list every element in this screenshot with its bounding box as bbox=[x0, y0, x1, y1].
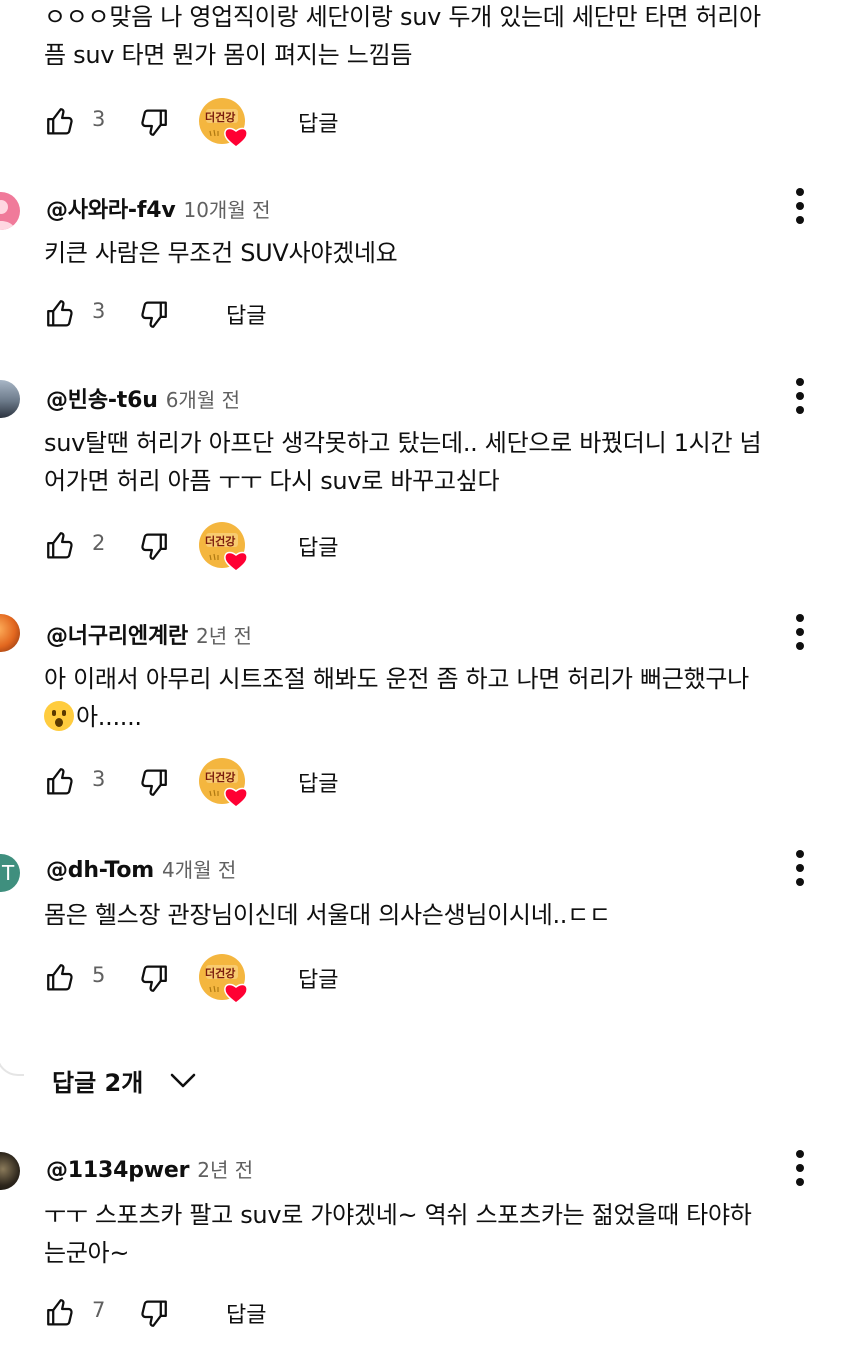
avatar[interactable]: T bbox=[0, 854, 20, 892]
creator-logo-text: 더건강 bbox=[205, 111, 236, 124]
timestamp[interactable]: 6개월 전 bbox=[166, 388, 240, 412]
author-name[interactable]: @너구리엔계란 bbox=[46, 624, 188, 649]
timestamp[interactable]: 10개월 전 bbox=[183, 198, 270, 222]
like-count: 5 bbox=[92, 963, 106, 987]
timestamp[interactable]: 2년 전 bbox=[197, 1158, 253, 1182]
chevron-down-icon bbox=[170, 1073, 196, 1088]
author-name[interactable]: @dh-Tom bbox=[46, 858, 154, 883]
reply-button[interactable]: 답글 bbox=[298, 530, 338, 562]
thumb-down-icon[interactable] bbox=[136, 529, 170, 563]
comment-actions: 3 답글 bbox=[44, 291, 824, 335]
comment-header: @사와라-f4v 10개월 전 bbox=[46, 192, 271, 224]
avatar[interactable] bbox=[0, 192, 20, 230]
comment-header: @너구리엔계란 2년 전 bbox=[46, 618, 252, 650]
comment-actions: 7 답글 bbox=[44, 1290, 824, 1334]
more-vert-icon[interactable] bbox=[786, 848, 814, 888]
thumb-up-icon[interactable] bbox=[44, 1296, 78, 1330]
timestamp[interactable]: 2년 전 bbox=[196, 624, 252, 648]
author-name[interactable]: @1134pwer bbox=[46, 1158, 189, 1183]
author-name[interactable]: @빈송-t6u bbox=[46, 388, 158, 413]
comment-actions: 3 더건강 답글 bbox=[44, 99, 824, 143]
timestamp[interactable]: 4개월 전 bbox=[162, 858, 236, 882]
comment-text: ㅇㅇㅇ맞음 나 영업직이랑 세단이랑 suv 두개 있는데 세단만 타면 허리아… bbox=[44, 3, 761, 69]
replies-count-label: 답글 2개 bbox=[52, 1068, 144, 1097]
creator-logo-text: 더건강 bbox=[205, 771, 236, 784]
like-count: 3 bbox=[92, 299, 106, 323]
creator-heart-icon: 더건강 bbox=[198, 953, 250, 1005]
creator-logo-text: 더건강 bbox=[205, 535, 236, 548]
thumb-up-icon[interactable] bbox=[44, 765, 78, 799]
comment-header: @빈송-t6u 6개월 전 bbox=[46, 382, 240, 414]
avatar[interactable] bbox=[0, 614, 20, 652]
avatar[interactable] bbox=[0, 1152, 20, 1190]
thumb-down-icon[interactable] bbox=[136, 961, 170, 995]
thumb-up-icon[interactable] bbox=[44, 297, 78, 331]
comment-text: 아 이래서 아무리 시트조절 해봐도 운전 좀 하고 나면 허리가 뻐근했구나 … bbox=[44, 665, 749, 731]
reply-button[interactable]: 답글 bbox=[226, 298, 266, 330]
comment-text: 키큰 사람은 무조건 SUV사야겠네요 bbox=[44, 239, 398, 267]
creator-logo-text: 더건강 bbox=[205, 967, 236, 980]
reply-button[interactable]: 답글 bbox=[298, 106, 338, 138]
like-count: 2 bbox=[92, 531, 106, 555]
more-vert-icon[interactable] bbox=[786, 376, 814, 416]
thumb-up-icon[interactable] bbox=[44, 105, 78, 139]
comment-actions: 5 더건강 답글 bbox=[44, 955, 824, 999]
thumb-up-icon[interactable] bbox=[44, 961, 78, 995]
reply-button[interactable]: 답글 bbox=[298, 962, 338, 994]
thumb-up-icon[interactable] bbox=[44, 529, 78, 563]
comment-actions: 2 더건강 답글 bbox=[44, 523, 824, 567]
creator-heart-icon: 더건강 bbox=[198, 757, 250, 809]
avatar[interactable] bbox=[0, 380, 20, 418]
creator-heart-icon: 더건강 bbox=[198, 521, 250, 573]
comment-header: @1134pwer 2년 전 bbox=[46, 1154, 253, 1183]
astonished-emoji-icon bbox=[44, 701, 74, 731]
like-count: 3 bbox=[92, 107, 106, 131]
like-count: 7 bbox=[92, 1298, 106, 1322]
reply-button[interactable]: 답글 bbox=[226, 1297, 266, 1329]
comment-text: suv탈땐 허리가 아프단 생각못하고 탔는데.. 세단으로 바꿨더니 1시간 … bbox=[44, 429, 762, 495]
author-name[interactable]: @사와라-f4v bbox=[46, 198, 176, 223]
like-count: 3 bbox=[92, 767, 106, 791]
creator-heart-icon: 더건강 bbox=[198, 97, 250, 149]
thumb-down-icon[interactable] bbox=[136, 765, 170, 799]
more-vert-icon[interactable] bbox=[786, 186, 814, 226]
comment-actions: 3 더건강 답글 bbox=[44, 759, 824, 803]
thumb-down-icon[interactable] bbox=[136, 1296, 170, 1330]
more-vert-icon[interactable] bbox=[786, 612, 814, 652]
comment-text: 몸은 헬스장 관장님이신데 서울대 의사슨생님이시네..ㄷㄷ bbox=[44, 901, 611, 929]
thread-connector bbox=[0, 1040, 24, 1076]
reply-button[interactable]: 답글 bbox=[298, 766, 338, 798]
comment-header: @dh-Tom 4개월 전 bbox=[46, 854, 236, 883]
comment-text: ㅜㅜ 스포츠카 팔고 suv로 가야겠네~ 역쉬 스포츠카는 젊었을때 타야하 … bbox=[44, 1201, 752, 1267]
thumb-down-icon[interactable] bbox=[136, 297, 170, 331]
thumb-down-icon[interactable] bbox=[136, 105, 170, 139]
more-vert-icon[interactable] bbox=[786, 1148, 814, 1188]
show-replies-button[interactable]: 답글 2개 bbox=[52, 1058, 197, 1102]
